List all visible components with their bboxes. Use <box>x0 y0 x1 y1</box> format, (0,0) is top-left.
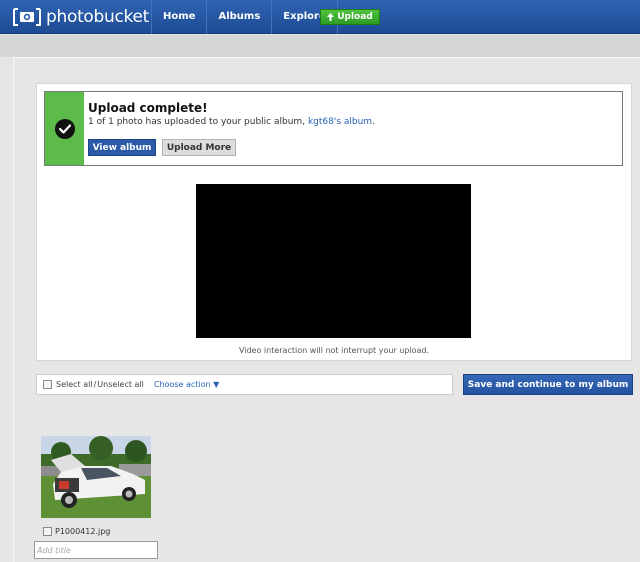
top-navigation-bar: photobucket Home Albums Explore Upload <box>0 0 640 34</box>
choose-action-label: Choose action <box>153 380 211 389</box>
header-band <box>0 35 640 57</box>
photobucket-logo[interactable]: photobucket <box>12 6 149 28</box>
logo-text: photobucket <box>46 7 150 27</box>
video-note: Video interaction will not interrupt you… <box>238 346 430 355</box>
photo-filename: P1000412.jpg <box>55 527 111 536</box>
main-nav: Home Albums Explore <box>151 0 338 34</box>
upload-complete-notice: Upload complete! 1 of 1 photo has upload… <box>44 91 623 166</box>
photo-select-checkbox[interactable] <box>43 527 52 536</box>
upload-button[interactable]: Upload <box>320 9 380 25</box>
album-link[interactable]: kgt68's album <box>308 117 372 127</box>
camera-logo-icon <box>13 8 41 26</box>
notice-status-strip <box>45 92 84 165</box>
select-all-checkbox[interactable] <box>43 380 52 389</box>
photo-thumbnail[interactable] <box>41 436 151 518</box>
notice-title: Upload complete! <box>88 101 208 115</box>
selection-toolbar: Select all / Unselect all Choose action ▼ <box>36 374 453 395</box>
select-separator: / <box>93 380 97 389</box>
upload-more-button[interactable]: Upload More <box>162 139 236 156</box>
car-photo-image <box>41 436 151 518</box>
check-circle-icon <box>54 118 75 139</box>
view-album-button[interactable]: View album <box>88 139 156 156</box>
unselect-all-link[interactable]: Unselect all <box>97 380 144 389</box>
arrow-up-icon <box>327 13 335 21</box>
upload-button-label: Upload <box>337 12 373 22</box>
notice-message: 1 of 1 photo has uploaded to your public… <box>88 117 375 127</box>
save-and-continue-button[interactable]: Save and continue to my album <box>463 374 633 395</box>
select-all-link[interactable]: Select all <box>56 380 93 389</box>
nav-home[interactable]: Home <box>152 0 208 34</box>
video-player[interactable] <box>196 184 471 338</box>
nav-albums[interactable]: Albums <box>207 0 273 34</box>
photo-file-row: P1000412.jpg <box>43 527 110 536</box>
notice-text-before: 1 of 1 photo has uploaded to your public… <box>88 117 306 127</box>
photo-title-input[interactable] <box>34 541 158 559</box>
caret-down-icon: ▼ <box>213 380 220 389</box>
choose-action-dropdown[interactable]: Choose action ▼ <box>154 380 219 389</box>
notice-text-after: . <box>372 117 375 127</box>
